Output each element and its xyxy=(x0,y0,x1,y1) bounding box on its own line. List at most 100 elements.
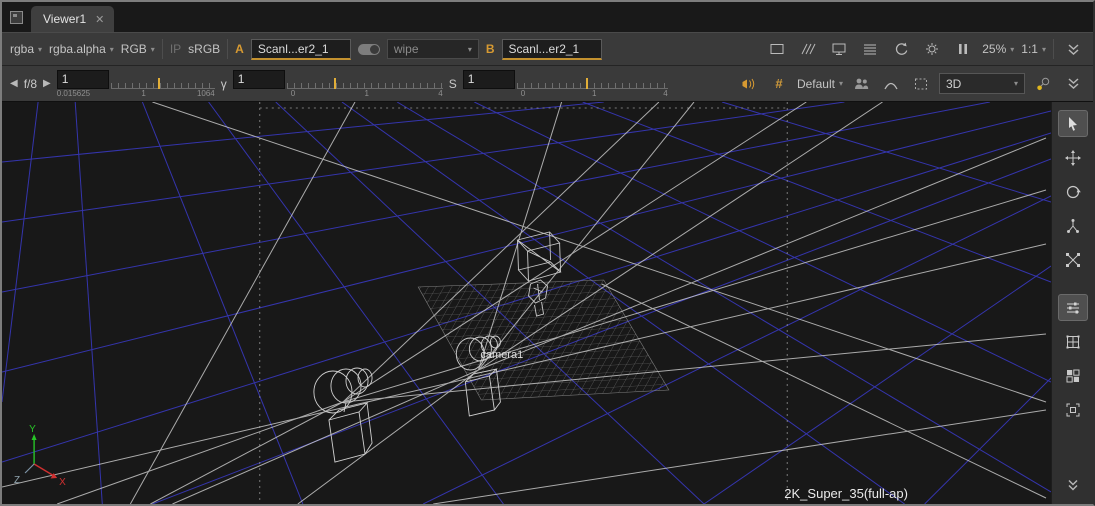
frame-view-button[interactable] xyxy=(1058,396,1088,423)
saturation-tick-labels: 0 1 4 xyxy=(521,90,668,98)
channels-select[interactable]: rgba ▾ xyxy=(10,42,42,56)
viewer-toolbar-controls: ◀ f/8 ▶ 0.015625 1 1064 γ xyxy=(2,66,1093,102)
3d-scene[interactable]: camera1 2K_Super_35(full-ap) Y X Z xyxy=(2,102,1051,504)
scanlines-icon[interactable] xyxy=(858,38,882,60)
translate-tool-button[interactable] xyxy=(1058,144,1088,171)
a-buffer-select[interactable]: Scanl...er2_1 xyxy=(251,39,351,60)
chevron-down-icon: ▾ xyxy=(110,45,114,54)
b-buffer-label: B xyxy=(486,42,495,56)
curve-icon[interactable] xyxy=(879,73,903,95)
gain-control: 0.015625 1 1064 xyxy=(57,70,215,98)
viewer-toolbar-right xyxy=(1051,102,1093,504)
toggle-knob-icon xyxy=(370,45,379,54)
tick-label: 1 xyxy=(141,90,145,98)
alpha-value: rgba.alpha xyxy=(49,42,106,56)
viewer-main: camera1 2K_Super_35(full-ap) Y X Z xyxy=(2,102,1093,504)
axis-z-label: Z xyxy=(14,475,20,486)
b-buffer-select[interactable]: Scanl...er2_1 xyxy=(502,39,602,60)
gamma-slider-handle[interactable] xyxy=(334,78,336,89)
tab-viewer1[interactable]: Viewer1 ✕ xyxy=(31,6,114,32)
chevron-down-icon: ▾ xyxy=(38,45,42,54)
gamma-slider[interactable] xyxy=(287,81,443,89)
a-buffer-label: A xyxy=(235,42,244,56)
colorspace-button[interactable]: sRGB xyxy=(188,42,220,56)
collapse-toolbar-icon[interactable] xyxy=(1061,73,1085,95)
zoom-value: 25% xyxy=(982,42,1006,56)
close-icon[interactable]: ✕ xyxy=(95,13,104,26)
fstop-label: f/8 xyxy=(24,77,37,91)
tick-label: 1 xyxy=(365,90,369,98)
increase-gain-button[interactable]: ▶ xyxy=(43,78,51,89)
separator xyxy=(162,39,163,59)
lights-icon[interactable] xyxy=(737,73,761,95)
wipe-mode-select[interactable]: wipe ▾ xyxy=(387,39,479,59)
gamma-input[interactable] xyxy=(233,70,285,89)
ab-swap-toggle[interactable] xyxy=(358,44,380,55)
lut-select[interactable]: Default ▾ xyxy=(797,77,843,91)
pane-menu-icon[interactable] xyxy=(10,11,23,24)
gain-slider[interactable] xyxy=(111,81,215,89)
rotate-tool-button[interactable] xyxy=(1058,178,1088,205)
gain-tick-labels: 0.015625 1 1064 xyxy=(57,90,215,98)
select-tool-button[interactable] xyxy=(1058,110,1088,137)
tick-label: 0.015625 xyxy=(57,90,90,98)
view-mode-value: 3D xyxy=(946,77,961,91)
channels-value: rgba xyxy=(10,42,34,56)
separator xyxy=(227,39,228,59)
collapse-toolbar-icon[interactable] xyxy=(1061,38,1085,60)
pause-icon[interactable] xyxy=(951,38,975,60)
monitor-out-icon[interactable] xyxy=(827,38,851,60)
alpha-channel-select[interactable]: rgba.alpha ▾ xyxy=(49,42,114,56)
people-icon[interactable] xyxy=(849,73,873,95)
proxy-value: 1:1 xyxy=(1021,42,1038,56)
gain-input[interactable] xyxy=(57,70,109,89)
axis-x-label: X xyxy=(59,477,66,488)
saturation-input[interactable] xyxy=(463,70,515,89)
camera-label: camera1 xyxy=(480,349,523,361)
viewer-toolbar-top: rgba ▾ rgba.alpha ▾ RGB ▾ IP sRGB A Scan… xyxy=(2,32,1093,66)
wireframe-grid-button[interactable] xyxy=(1058,328,1088,355)
tick-label: 1064 xyxy=(197,90,215,98)
chevron-down-icon: ▾ xyxy=(468,45,472,54)
zoom-select[interactable]: 25% ▾ xyxy=(982,42,1014,56)
tick-label: 4 xyxy=(438,90,442,98)
separator xyxy=(1053,39,1054,59)
grid-snap-icon[interactable]: # xyxy=(767,73,791,95)
display-style-value: RGB xyxy=(121,42,147,56)
tick-label: 0 xyxy=(521,90,525,98)
display-style-select[interactable]: RGB ▾ xyxy=(121,42,155,56)
saturation-slider-handle[interactable] xyxy=(586,78,588,89)
wipe-value: wipe xyxy=(394,42,419,56)
display-sliders-button[interactable] xyxy=(1058,294,1088,321)
refresh-icon[interactable] xyxy=(889,38,913,60)
tick-label: 4 xyxy=(663,90,667,98)
proxy-scale-select[interactable]: 1:1 ▾ xyxy=(1021,42,1046,56)
quad-view-button[interactable] xyxy=(1058,362,1088,389)
axis-y-label: Y xyxy=(29,424,36,435)
marquee-icon[interactable] xyxy=(909,73,933,95)
chevron-down-icon: ▾ xyxy=(1042,45,1046,54)
chevron-down-icon: ▾ xyxy=(151,45,155,54)
decrease-gain-button[interactable]: ◀ xyxy=(10,78,18,89)
gamma-tick-labels: 0 1 4 xyxy=(291,90,443,98)
chevron-down-icon: ▾ xyxy=(839,79,843,88)
saturation-slider[interactable] xyxy=(517,81,668,89)
gear-icon[interactable] xyxy=(920,38,944,60)
view-mode-select[interactable]: 3D ▾ xyxy=(939,73,1025,94)
gain-slider-handle[interactable] xyxy=(158,78,160,89)
saturation-label: S xyxy=(449,77,457,91)
tab-label: Viewer1 xyxy=(43,12,86,26)
3d-viewport[interactable]: camera1 2K_Super_35(full-ap) Y X Z xyxy=(2,102,1051,504)
frame-box-icon[interactable] xyxy=(765,38,789,60)
color-sample-icon[interactable] xyxy=(1031,73,1055,95)
lut-value: Default xyxy=(797,77,835,91)
diagonal-stripes-icon[interactable] xyxy=(796,38,820,60)
tab-bar: Viewer1 ✕ xyxy=(2,2,1093,32)
axis-tool-button[interactable] xyxy=(1058,212,1088,239)
scale-tool-button[interactable] xyxy=(1058,246,1088,273)
input-process-button[interactable]: IP xyxy=(170,42,181,56)
viewer-window: Viewer1 ✕ rgba ▾ rgba.alpha ▾ RGB ▾ IP s… xyxy=(0,0,1095,506)
tick-label: 1 xyxy=(592,90,596,98)
collapse-toolbar-button[interactable] xyxy=(1058,471,1088,498)
chevron-down-icon: ▾ xyxy=(1010,45,1014,54)
